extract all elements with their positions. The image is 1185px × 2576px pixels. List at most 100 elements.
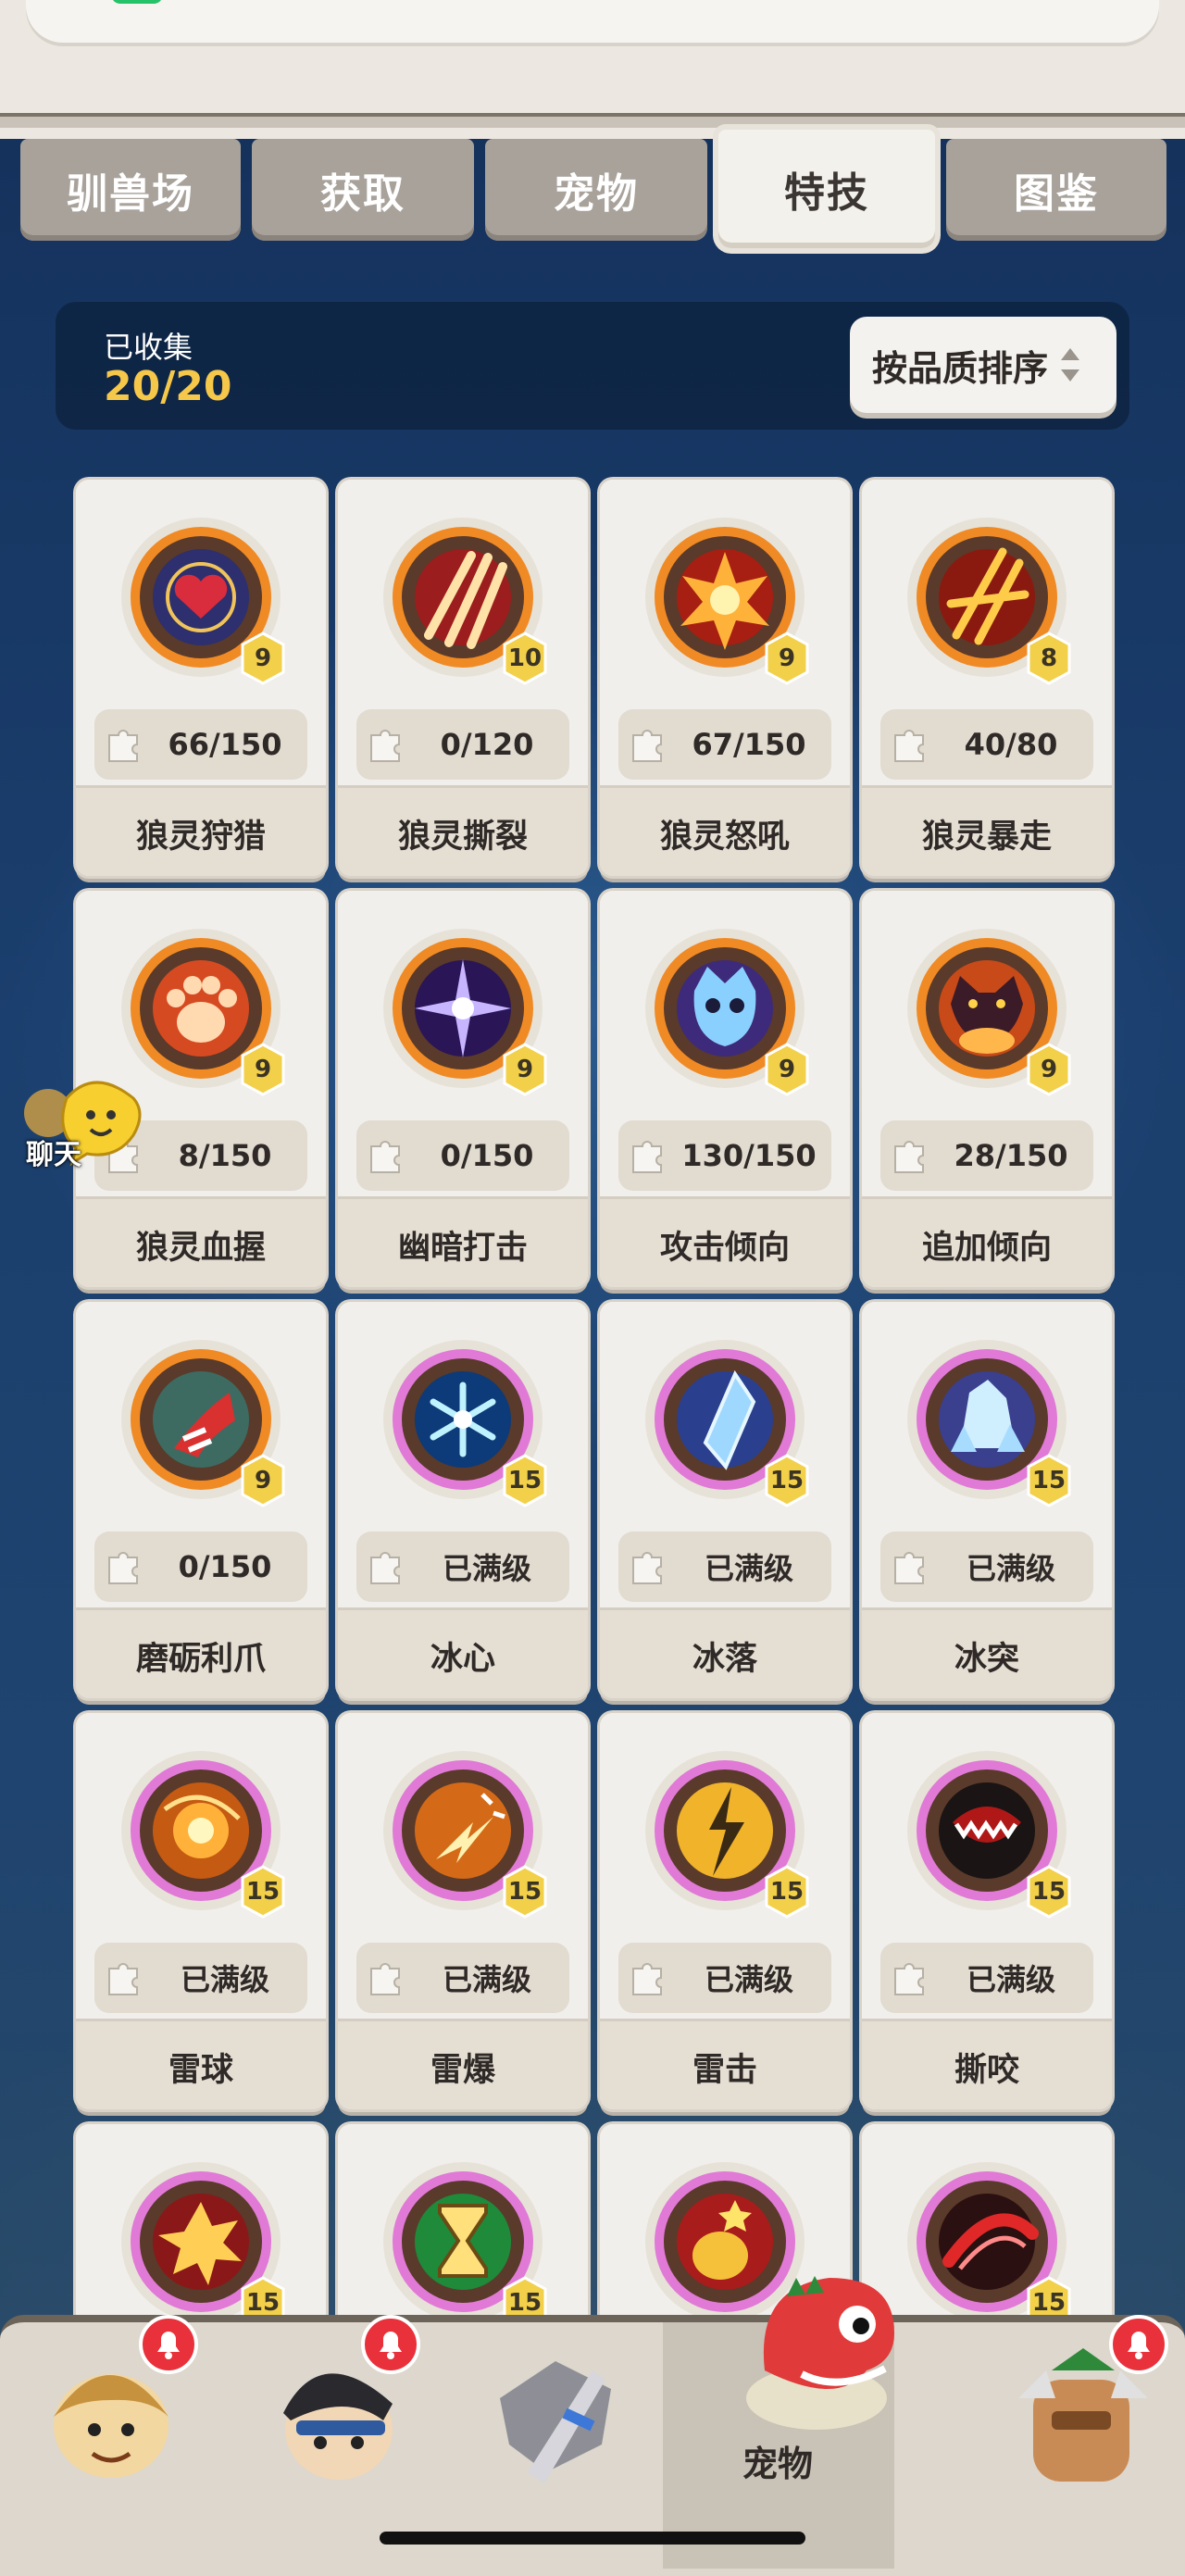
tab-label: 获取 — [320, 170, 405, 218]
level-badge: 9 — [1025, 1043, 1073, 1096]
sort-arrows-icon — [1061, 346, 1080, 383]
puzzle-piece-icon — [890, 1133, 932, 1176]
skill-card[interactable]: 9 28/150 追加倾向 — [862, 891, 1112, 1287]
level-number: 9 — [778, 644, 796, 672]
nav-item-pets[interactable] — [728, 2259, 913, 2445]
progress-pill: 28/150 — [880, 1120, 1093, 1191]
collection-value: 20/20 — [104, 363, 232, 410]
skill-card[interactable]: 9 67/150 狼灵怒吼 — [600, 480, 850, 876]
level-badge: 9 — [763, 631, 811, 685]
tab-pets[interactable]: 宠物 — [485, 139, 707, 241]
top-header — [0, 0, 1185, 139]
level-number: 15 — [769, 1878, 805, 1906]
status-indicator — [111, 0, 163, 4]
skill-name: 狼灵撕裂 — [338, 785, 588, 876]
puzzle-piece-icon — [104, 722, 146, 765]
home-indicator[interactable] — [380, 2532, 805, 2545]
progress-pill: 已满级 — [880, 1532, 1093, 1602]
progress-pill: 0/150 — [356, 1120, 569, 1191]
skill-name: 攻击倾向 — [600, 1196, 850, 1287]
level-badge: 9 — [239, 1454, 287, 1507]
skill-name: 冰落 — [600, 1607, 850, 1698]
skill-card[interactable]: 15 已满级 冰落 — [600, 1302, 850, 1698]
puzzle-piece-icon — [628, 1956, 670, 1998]
level-badge: 15 — [1025, 1865, 1073, 1919]
skill-name: 狼灵血握 — [76, 1196, 326, 1287]
top-panel — [26, 0, 1159, 43]
tab-arena[interactable]: 驯兽场 — [20, 139, 241, 241]
skill-card[interactable]: 9 0/150 幽暗打击 — [338, 891, 588, 1287]
tab-skills[interactable]: 特技 — [718, 130, 935, 248]
skill-name: 幽暗打击 — [338, 1196, 588, 1287]
skill-name: 雷球 — [76, 2019, 326, 2109]
skill-name: 狼灵狩猎 — [76, 785, 326, 876]
progress-pill: 66/150 — [94, 709, 307, 780]
progress-pill: 已满级 — [356, 1532, 569, 1602]
puzzle-piece-icon — [366, 1544, 408, 1587]
puzzle-piece-icon — [366, 1133, 408, 1176]
skill-card[interactable]: 15 已满级 冰心 — [338, 1302, 588, 1698]
level-badge: 15 — [239, 1865, 287, 1919]
skill-card[interactable]: 9 130/150 攻击倾向 — [600, 891, 850, 1287]
progress-text: 66/150 — [168, 727, 282, 762]
progress-text: 0/150 — [440, 1138, 534, 1173]
level-number: 15 — [507, 1878, 543, 1906]
header-rim — [0, 113, 1185, 128]
puzzle-piece-icon — [890, 722, 932, 765]
skill-card[interactable]: 9 0/150 磨砺利爪 — [76, 1302, 326, 1698]
puzzle-piece-icon — [366, 722, 408, 765]
tab-label: 图鉴 — [1014, 170, 1099, 218]
tab-label: 特技 — [784, 169, 869, 217]
skill-card[interactable]: 15 已满级 撕咬 — [862, 1713, 1112, 2109]
skill-card[interactable]: 15 已满级 雷爆 — [338, 1713, 588, 2109]
skill-card[interactable]: 10 0/120 狼灵撕裂 — [338, 480, 588, 876]
level-badge: 9 — [501, 1043, 549, 1096]
puzzle-piece-icon — [890, 1544, 932, 1587]
puzzle-piece-icon — [104, 1956, 146, 1998]
level-number: 9 — [254, 1056, 272, 1083]
progress-pill: 已满级 — [94, 1943, 307, 2013]
level-badge: 9 — [239, 631, 287, 685]
notification-bell-icon — [1109, 2315, 1168, 2374]
level-number: 9 — [254, 1467, 272, 1494]
puzzle-piece-icon — [890, 1956, 932, 1998]
tab-label: 驯兽场 — [67, 170, 194, 218]
skill-name: 冰突 — [862, 1607, 1112, 1698]
skill-name: 狼灵怒吼 — [600, 785, 850, 876]
tab-obtain[interactable]: 获取 — [252, 139, 474, 241]
puzzle-piece-icon — [628, 1544, 670, 1587]
level-number: 15 — [1031, 1467, 1066, 1494]
nav-item-weapon[interactable] — [472, 2333, 639, 2500]
dino-pet-icon — [746, 2276, 894, 2430]
puzzle-piece-icon — [366, 1956, 408, 1998]
skill-card[interactable]: 15 已满级 雷球 — [76, 1713, 326, 2109]
skill-name: 狼灵暴走 — [862, 785, 1112, 876]
nav-label-pets: 宠物 — [742, 2444, 813, 2484]
progress-pill: 130/150 — [618, 1120, 831, 1191]
tab-codex[interactable]: 图鉴 — [946, 139, 1166, 241]
progress-pill: 已满级 — [356, 1943, 569, 2013]
level-number: 9 — [778, 1056, 796, 1083]
level-badge: 15 — [501, 1865, 549, 1919]
puzzle-piece-icon — [628, 722, 670, 765]
skill-card[interactable]: 8 40/80 狼灵暴走 — [862, 480, 1112, 876]
progress-text: 8/150 — [178, 1138, 272, 1173]
progress-text: 已满级 — [180, 1962, 269, 1997]
tab-label: 宠物 — [554, 170, 639, 218]
skill-card[interactable]: 15 已满级 雷击 — [600, 1713, 850, 2109]
skill-name: 雷击 — [600, 2019, 850, 2109]
level-badge: 10 — [501, 631, 549, 685]
progress-pill: 已满级 — [618, 1532, 831, 1602]
level-badge: 8 — [1025, 631, 1073, 685]
progress-text: 已满级 — [704, 1551, 793, 1586]
progress-pill: 0/120 — [356, 709, 569, 780]
level-number: 9 — [254, 644, 272, 672]
skill-name: 冰心 — [338, 1607, 588, 1698]
level-number: 15 — [245, 1878, 281, 1906]
progress-pill: 40/80 — [880, 709, 1093, 780]
level-number: 15 — [1031, 1878, 1066, 1906]
level-number: 15 — [769, 1467, 805, 1494]
skill-card[interactable]: 15 已满级 冰突 — [862, 1302, 1112, 1698]
sort-button[interactable]: 按品质排序 — [850, 317, 1116, 413]
skill-card[interactable]: 9 66/150 狼灵狩猎 — [76, 480, 326, 876]
